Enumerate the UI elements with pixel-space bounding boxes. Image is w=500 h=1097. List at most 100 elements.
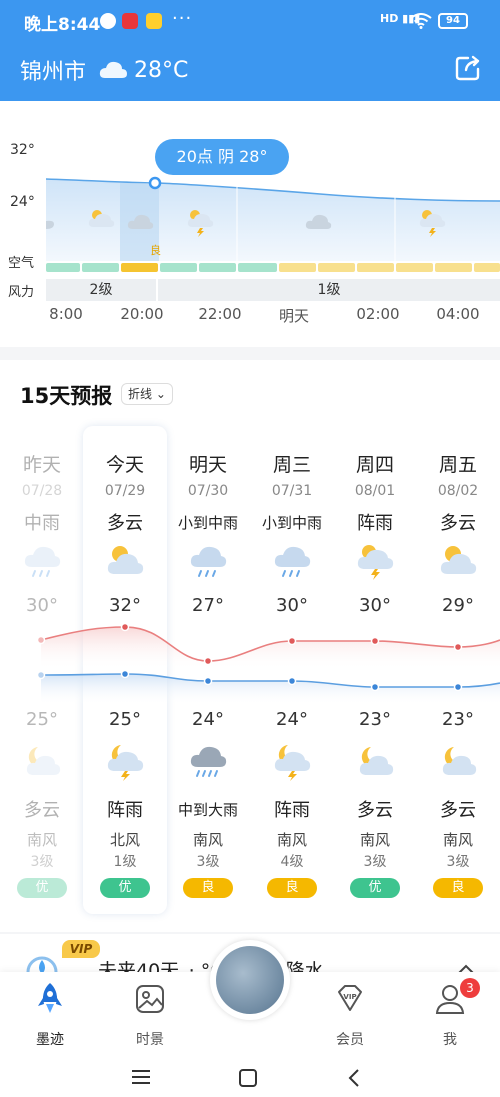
nav-item-me[interactable]: 3 我 (410, 978, 490, 1048)
high-temp: 30° (276, 595, 308, 616)
cloud-icon (46, 220, 54, 229)
cloud-icon (127, 214, 154, 229)
sun-cloud-icon (107, 546, 144, 574)
air-label: 空气 (8, 256, 35, 271)
low-temp: 24° (192, 709, 224, 730)
hourly-forecast-card[interactable]: 32° 24° 20点 阴 28° 良 空气 风力 2级 1级 8:00 20:… (0, 101, 500, 347)
air-quality-badge: 优 (100, 878, 150, 898)
vip-badge: VIP (62, 940, 100, 958)
air-bar (121, 263, 158, 272)
moon-storm-icon (274, 745, 311, 781)
night-weather: 多云 (24, 800, 60, 821)
home-icon[interactable] (238, 1068, 258, 1088)
sun-cloud-icon (440, 546, 477, 574)
moon-storm-icon (107, 745, 144, 781)
vip-icon: VIP (338, 985, 362, 1011)
day-name: 今天 (105, 454, 144, 476)
air-bar (318, 263, 355, 272)
nav-item-scenery[interactable]: 时景 (110, 982, 190, 1048)
back-icon[interactable] (346, 1068, 362, 1088)
wind-direction: 南风 (442, 831, 473, 849)
wind-level: 3级 (363, 854, 387, 870)
chart-mode-dropdown[interactable]: 折线 ⌄ (121, 383, 173, 405)
air-bar (199, 263, 236, 272)
city-header[interactable]: 锦州市 28°C (20, 52, 188, 88)
high-temp: 30° (26, 595, 58, 616)
day-date: 07/28 (21, 483, 63, 499)
nav-item-vip[interactable]: VIP 会员 (310, 982, 390, 1048)
system-navigation-bar (0, 1052, 500, 1097)
forecast-day[interactable]: 今天 07/29 多云 32° 25° 阵雨 北风 1级 优 (83, 426, 167, 914)
sun-storm-icon (187, 210, 214, 237)
air-bar (474, 263, 500, 272)
forecast-day[interactable]: 周四 08/01 阵雨 30° 23° 多云 南风 3级 优 (333, 426, 417, 914)
wind-segment: 2级 (46, 279, 156, 301)
wind-level: 3级 (30, 854, 54, 870)
air-quality-badge: 良 (183, 878, 233, 898)
cloud-icon (99, 61, 128, 78)
chevron-down-icon: ⌄ (155, 387, 166, 401)
day-weather: 小到中雨 (261, 514, 322, 532)
wind-direction: 南风 (26, 831, 57, 849)
day-date: 07/29 (104, 483, 146, 499)
rocket-icon (38, 983, 62, 1013)
low-temp: 24° (276, 709, 308, 730)
air-bar (238, 263, 277, 272)
forecast-day[interactable]: 明天 07/30 小到中雨 27° 24° 中到大雨 南风 3级 良 (166, 426, 250, 914)
chart-mode-label: 折线 (128, 387, 153, 401)
sun-storm-icon (357, 545, 394, 580)
air-bar (396, 263, 433, 272)
night-weather: 多云 (357, 800, 393, 821)
menu-icon[interactable] (130, 1068, 152, 1086)
picture-icon (136, 985, 164, 1013)
forecast-day[interactable]: 昨天 07/28 中雨 30° 25° 多云 南风 3级 优 (0, 426, 84, 914)
moon-cloud-icon (26, 747, 61, 775)
night-weather: 阵雨 (274, 800, 310, 821)
fifteen-day-forecast: 15天预报 折线 ⌄ 昨天 07/28 中雨 30° 25° 多云 南风 3级 … (0, 360, 500, 932)
day-weather: 多云 (107, 513, 143, 534)
wind-direction: 南风 (359, 831, 390, 849)
share-icon[interactable] (454, 54, 482, 82)
air-bar (435, 263, 472, 272)
day-name: 周三 (272, 454, 311, 476)
air-quality-badge: 优 (17, 878, 67, 898)
notification-badge: 3 (460, 978, 480, 998)
hour-label: 明天 (278, 307, 309, 325)
heavy-rain-icon (190, 746, 227, 777)
wind-level: 1级 (113, 854, 137, 870)
nav-label: 墨迹 (36, 1032, 64, 1048)
day-date: 08/02 (437, 483, 479, 499)
nav-item-moji[interactable]: 墨迹 (10, 982, 90, 1048)
day-date: 08/01 (354, 483, 396, 499)
day-weather: 阵雨 (357, 513, 393, 534)
air-bar (82, 263, 119, 272)
day-weather: 多云 (440, 513, 476, 534)
sun-storm-icon (419, 210, 446, 237)
air-bar (357, 263, 394, 272)
more-notifications-icon: ··· (172, 8, 193, 29)
hour-label: 04:00 (436, 305, 480, 323)
scenery-camera-button[interactable] (210, 940, 290, 1020)
notification-icon (100, 13, 116, 29)
wind-level: 3级 (196, 854, 220, 870)
high-temp: 32° (109, 595, 141, 616)
top-bar: 晚上8:44 ··· HD ▮▮▮ 94 锦州市 28°C (0, 0, 500, 101)
cloud-icon (305, 214, 332, 229)
sky-photo-thumbnail (216, 946, 284, 1014)
status-bar: 晚上8:44 ··· HD ▮▮▮ 94 (0, 0, 500, 44)
low-temp: 23° (442, 709, 474, 730)
day-date: 07/31 (271, 483, 313, 499)
night-weather: 阵雨 (107, 800, 143, 821)
forecast-day[interactable]: 周五 08/02 多云 29° 23° 多云 南风 3级 良 (416, 426, 500, 914)
forecast-title: 15天预报 (20, 384, 113, 408)
wind-level: 4级 (280, 854, 304, 870)
air-bar (160, 263, 197, 272)
city-name: 锦州市 (20, 60, 87, 85)
air-bar (46, 263, 80, 272)
forecast-day[interactable]: 周三 07/31 小到中雨 30° 24° 阵雨 南风 4级 良 (250, 426, 334, 914)
day-name: 周四 (355, 454, 394, 476)
wind-label: 风力 (8, 285, 35, 300)
rain-icon (190, 546, 227, 577)
day-name: 昨天 (22, 454, 61, 476)
hour-label: 8:00 (49, 305, 83, 323)
